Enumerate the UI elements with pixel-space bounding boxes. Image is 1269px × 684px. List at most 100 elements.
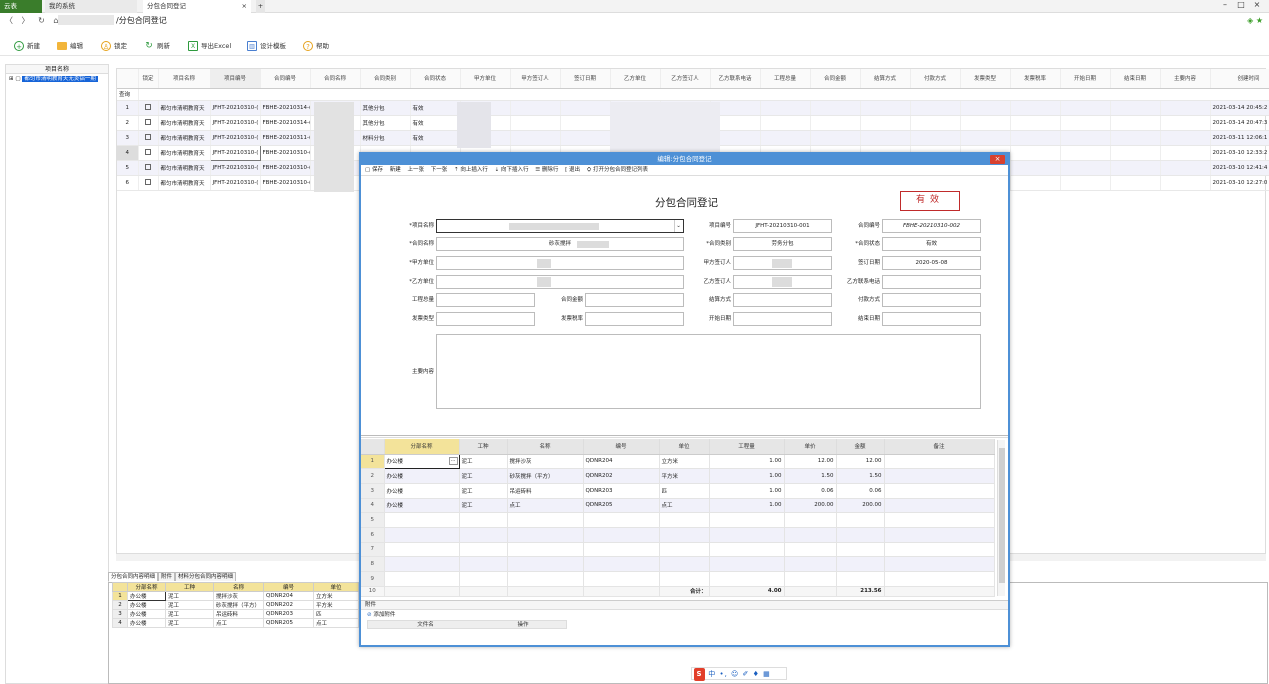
column-header[interactable]: 发票类型: [960, 69, 1011, 89]
item-row[interactable]: 8: [361, 556, 995, 572]
status-field[interactable]: 有效: [882, 237, 981, 251]
tab-material-detail[interactable]: 材料分包合同内容明细: [175, 572, 237, 581]
column-header[interactable]: 创建时间: [1210, 69, 1269, 89]
lock-checkbox[interactable]: [138, 145, 159, 161]
item-row[interactable]: 7: [361, 542, 995, 558]
column-header[interactable]: 付款方式: [910, 69, 961, 89]
item-cell[interactable]: 立方米: [659, 454, 710, 470]
item-cell[interactable]: 0.06: [784, 483, 837, 499]
item-cell[interactable]: 搅拌沙灰: [507, 454, 584, 470]
contract-name-field[interactable]: 砂灰搅拌: [436, 237, 684, 251]
column-header[interactable]: 发票税率: [1010, 69, 1061, 89]
minimize-button[interactable]: –: [1217, 0, 1233, 9]
help-button[interactable]: ? 帮助: [303, 40, 329, 52]
item-row[interactable]: 5: [361, 512, 995, 528]
item-col[interactable]: 名称: [507, 439, 584, 455]
item-row[interactable]: 2 办公楼 泥工 砂灰搅拌（平方） QDNR202 平方米 1.00 1.50 1.50: [361, 468, 995, 484]
start-date-field[interactable]: [733, 312, 832, 326]
new-record-button[interactable]: 新建: [390, 167, 401, 173]
item-cell[interactable]: 砂灰搅拌（平方）: [507, 468, 584, 484]
invoice-type-field[interactable]: [436, 312, 535, 326]
address-path[interactable]: /分包合同登记: [116, 13, 167, 29]
contract-no-field[interactable]: FBHE-20210310-002: [882, 219, 981, 233]
item-cell[interactable]: [884, 498, 995, 514]
item-col[interactable]: 单位: [659, 439, 710, 455]
exit-button[interactable]: [ 退出: [565, 167, 580, 173]
item-cell[interactable]: 点工: [659, 498, 710, 514]
column-header[interactable]: 结束日期: [1110, 69, 1161, 89]
item-cell[interactable]: QDNR202: [583, 468, 660, 484]
column-header[interactable]: 项目编号: [210, 69, 261, 89]
tax-field[interactable]: [585, 312, 684, 326]
qty-field[interactable]: [436, 293, 535, 307]
item-cell[interactable]: QDNR203: [583, 483, 660, 499]
content-textarea[interactable]: [436, 334, 981, 409]
design-template-button[interactable]: ▥ 设计模板: [247, 40, 286, 52]
item-cell[interactable]: 200.00: [836, 498, 885, 514]
column-header[interactable]: 甲方签订人: [510, 69, 561, 89]
splitter[interactable]: [361, 435, 1008, 438]
phone-b-field[interactable]: [882, 275, 981, 289]
tree-item[interactable]: ⊞ ▢ 都匀市清明教育天无炎铝一期: [9, 75, 98, 83]
dialog-title-bar[interactable]: 编辑:分包合同登记 ×: [361, 154, 1008, 165]
column-header[interactable]: 结算方式: [860, 69, 911, 89]
item-table-scrollbar[interactable]: [997, 440, 1005, 596]
item-col[interactable]: 工种: [459, 439, 508, 455]
new-button[interactable]: + 新建: [14, 40, 40, 52]
item-cell[interactable]: 12.00: [784, 454, 837, 470]
item-cell[interactable]: 泥工: [459, 454, 508, 470]
export-excel-button[interactable]: X 导出Excel: [188, 40, 231, 52]
lock-button[interactable]: ♙ 锁定: [101, 40, 127, 52]
item-col[interactable]: 备注: [884, 439, 995, 455]
favorite-icon[interactable]: ◈ ★: [1247, 13, 1263, 29]
previous-button[interactable]: 上一张: [407, 167, 424, 173]
insert-row-below-button[interactable]: ⇣ 向下插入行: [495, 167, 529, 173]
detail-row[interactable]: 1 办公楼 泥工 搅拌沙灰 QDNR204 立方米: [112, 591, 359, 601]
lock-checkbox[interactable]: [138, 175, 159, 191]
item-cell[interactable]: 匹: [659, 483, 710, 499]
lock-checkbox[interactable]: [138, 130, 159, 146]
dialog-close-button[interactable]: ×: [990, 155, 1005, 164]
column-header[interactable]: 签订日期: [560, 69, 611, 89]
column-header[interactable]: 工程总量: [760, 69, 811, 89]
settle-field[interactable]: [733, 293, 832, 307]
item-cell[interactable]: QDNR204: [583, 454, 660, 470]
item-cell[interactable]: 办公楼: [384, 468, 460, 484]
column-header[interactable]: 合同状态: [410, 69, 461, 89]
item-row[interactable]: 9: [361, 571, 995, 587]
window-close-button[interactable]: ×: [1249, 0, 1265, 9]
item-cell[interactable]: 1.00: [709, 468, 785, 484]
save-button[interactable]: ▢ 保存: [365, 167, 383, 173]
open-list-button[interactable]: ⛭ 打开分包合同登记列表: [587, 167, 648, 173]
item-cell[interactable]: 泥工: [459, 468, 508, 484]
item-cell[interactable]: 办公楼 ···: [383, 453, 460, 470]
signer-a-field[interactable]: [733, 256, 832, 270]
item-cell[interactable]: 办公楼: [384, 483, 460, 499]
expand-icon[interactable]: ⊞ ▢: [9, 76, 22, 82]
column-header[interactable]: 合同金额: [810, 69, 861, 89]
refresh-button[interactable]: ↻ 刷新: [144, 40, 170, 52]
item-cell[interactable]: 200.00: [784, 498, 837, 514]
item-col[interactable]: 编号: [583, 439, 660, 455]
delete-row-button[interactable]: ☰ 删除行: [535, 167, 558, 173]
column-header[interactable]: 合同类别: [360, 69, 411, 89]
column-header[interactable]: 锁定: [138, 69, 159, 89]
pay-field[interactable]: [882, 293, 981, 307]
detail-row[interactable]: 3 办公楼 泥工 吊运砖料 QDNR203 匹: [112, 609, 359, 619]
item-cell[interactable]: 1.00: [709, 498, 785, 514]
scrollbar-thumb[interactable]: [999, 448, 1005, 583]
party-a-field[interactable]: [436, 256, 684, 270]
item-cell[interactable]: 点工: [507, 498, 584, 514]
new-tab-button[interactable]: +: [256, 0, 265, 13]
tab-system[interactable]: 我的系统: [45, 0, 137, 13]
tab-app[interactable]: 云表: [0, 0, 42, 13]
maximize-button[interactable]: □: [1233, 0, 1249, 9]
item-col[interactable]: 金额: [836, 439, 885, 455]
item-col[interactable]: 分部名称: [384, 439, 460, 455]
item-cell[interactable]: 0.06: [836, 483, 885, 499]
column-header[interactable]: 合同名称: [310, 69, 361, 89]
add-attachment-button[interactable]: ⊘ 添加附件: [361, 610, 1008, 620]
project-select[interactable]: ⌄: [436, 219, 684, 233]
insert-row-above-button[interactable]: ⇡ 向上插入行: [454, 167, 488, 173]
column-header[interactable]: 开始日期: [1060, 69, 1111, 89]
